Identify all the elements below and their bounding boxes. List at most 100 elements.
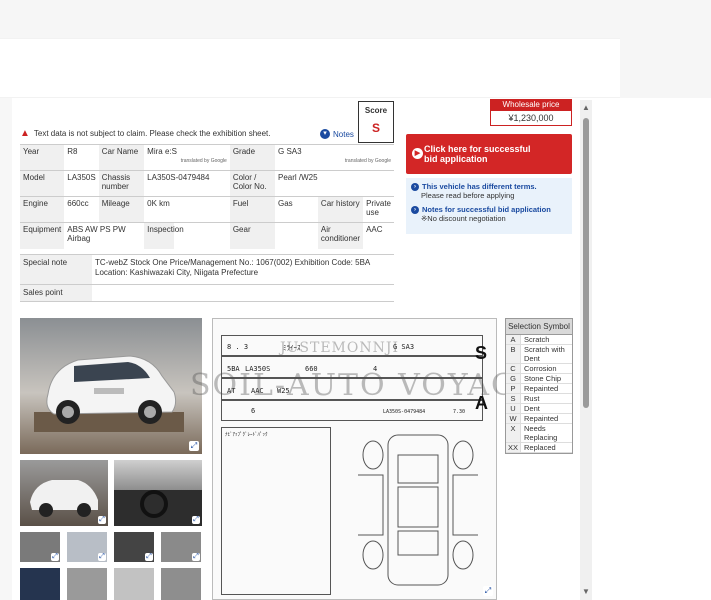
- bid-notes-link[interactable]: › Notes for successful bid application: [411, 205, 567, 214]
- expand-icon[interactable]: ⤢: [145, 553, 153, 561]
- grade-key: Grade: [229, 144, 275, 171]
- header-bar: [0, 38, 620, 98]
- notes-link[interactable]: ▾ Notes: [320, 129, 354, 139]
- expand-icon[interactable]: ⤢: [189, 441, 199, 451]
- year-key: Year: [20, 144, 65, 171]
- special-note-key: Special note: [20, 255, 92, 284]
- photo-thumbnail[interactable]: ⤢: [20, 532, 60, 562]
- watermark-top: JUSTEMONNJI: [280, 340, 400, 356]
- history-value: Private use: [363, 196, 394, 223]
- left-gutter: [0, 98, 12, 600]
- legend-row: U Dent: [506, 404, 572, 414]
- photo-thumbnail[interactable]: ⤢: [67, 532, 107, 562]
- photo-thumbnail[interactable]: [114, 568, 154, 600]
- photo-thumbnail[interactable]: ⤢: [161, 532, 201, 562]
- photo-thumbnail[interactable]: ⤢: [114, 460, 202, 526]
- legend-desc: Stone Chip: [524, 374, 562, 383]
- photo-thumbnail[interactable]: [161, 568, 201, 600]
- fuel-value: Gas: [275, 196, 318, 223]
- different-terms-title: This vehicle has different terms.: [422, 182, 537, 191]
- play-icon: ▶: [412, 148, 423, 159]
- expand-icon[interactable]: ⤢: [483, 586, 493, 596]
- warning-text: Text data is not subject to claim. Pleas…: [33, 129, 271, 138]
- inspection-cell: Inspection: [144, 222, 230, 249]
- year-value: R8: [64, 144, 99, 171]
- ac-value: AAC: [363, 222, 394, 249]
- chevron-down-icon: ▾: [320, 129, 330, 139]
- notes-label: Notes: [333, 129, 354, 139]
- chevron-right-icon: ›: [411, 205, 419, 214]
- photo-thumbnail[interactable]: [67, 568, 107, 600]
- sheet-inspection-date: 7.30: [453, 409, 466, 415]
- expand-icon[interactable]: ⤢: [51, 553, 59, 561]
- warning-notice: ▲ Text data is not subject to claim. Ple…: [20, 128, 270, 139]
- right-shade: [620, 38, 711, 98]
- fuel-key: Fuel: [229, 196, 275, 223]
- table-row: Equipment ABS AW PS PW Airbag Inspection…: [20, 222, 394, 249]
- legend-code: S: [506, 394, 521, 403]
- expand-icon[interactable]: ⤢: [192, 553, 200, 561]
- scroll-down-icon[interactable]: ▼: [582, 587, 590, 596]
- auction-sheet[interactable]: 8 . 3 ﾐﾗｲｰｽ G SA3 5BA LA350S 660 4 AT AA…: [212, 318, 497, 600]
- carname-cell: Mira e:S translated by Google: [144, 144, 230, 171]
- expand-icon[interactable]: ⤢: [98, 553, 106, 561]
- table-row: Model LA350S Chassis number LA350S-04794…: [20, 170, 394, 197]
- score-box: Score S: [358, 101, 394, 143]
- table-row: Year R8 Car Name Mira e:S translated by G…: [20, 144, 394, 171]
- chassis-key: Chassis number: [98, 170, 145, 197]
- legend-desc: Replaced: [524, 443, 556, 452]
- legend-row: G Stone Chip: [506, 374, 572, 384]
- bid-button-label: Click here for successful bid applicatio…: [424, 144, 531, 164]
- sales-point-row: Sales point: [20, 284, 394, 302]
- top-shade: [0, 0, 711, 38]
- bid-label-line1: Click here for successful: [424, 144, 531, 154]
- legend-desc: Needs Replacing: [524, 424, 558, 442]
- legend-desc: Dent: [524, 404, 540, 413]
- sheet-memo: ﾅﾋﾞｱｯﾌﾟｸﾞﾚｰﾄﾞﾊﾟｯｸ: [225, 432, 268, 438]
- sheet-memo-box: [221, 427, 331, 595]
- scrollbar-thumb[interactable]: [583, 118, 589, 408]
- legend-row: P Repainted: [506, 384, 572, 394]
- bid-notes-title: Notes for successful bid application: [422, 205, 551, 214]
- legend-desc: Rust: [524, 394, 540, 403]
- google-translated-label: translated by Google: [180, 158, 227, 164]
- sheet-year: 8 . 3: [227, 343, 249, 351]
- gear-value: [275, 222, 318, 249]
- legend-code: A: [506, 335, 521, 344]
- wholesale-label: Wholesale price: [490, 99, 572, 110]
- sheet-seats: 6: [251, 407, 256, 415]
- special-note-line1: TC-webZ Stock One Price/Management No.: …: [95, 258, 371, 267]
- legend-desc: Scratch with Dent: [524, 345, 565, 363]
- engine-key: Engine: [20, 196, 65, 223]
- photo-thumbnail[interactable]: ⤢: [20, 460, 108, 526]
- spec-table: Year R8 Car Name Mira e:S translated by G…: [20, 144, 394, 249]
- scroll-up-icon[interactable]: ▲: [582, 103, 590, 112]
- bid-label-line2: bid application: [424, 154, 488, 164]
- symbol-legend: Selection Symbol A Scratch B Scratch with …: [505, 318, 573, 454]
- bid-application-button[interactable]: ▶ Click here for successful bid applicat…: [406, 134, 572, 174]
- warning-icon: ▲: [20, 128, 30, 139]
- legend-code: XX: [506, 443, 521, 452]
- ac-key: Air conditioner: [317, 222, 364, 249]
- sales-point-key: Sales point: [20, 285, 92, 301]
- legend-row: B Scratch with Dent: [506, 345, 572, 364]
- mileage-value: 0K km: [144, 196, 230, 223]
- different-terms-link[interactable]: › This vehicle has different terms.: [411, 182, 567, 191]
- special-note-row: Special note TC-webZ Stock One Price/Man…: [20, 254, 394, 284]
- grade-cell: G SA3 translated by Google: [275, 144, 394, 171]
- legend-row: W Repainted: [506, 414, 572, 424]
- expand-icon[interactable]: ⤢: [192, 516, 200, 524]
- legend-row: A Scratch: [506, 335, 572, 345]
- legend-code: C: [506, 364, 521, 373]
- special-note-section: Special note TC-webZ Stock One Price/Man…: [20, 254, 394, 302]
- expand-icon[interactable]: ⤢: [98, 516, 106, 524]
- chevron-right-icon: ›: [411, 182, 419, 191]
- equipment-value: ABS AW PS PW Airbag: [64, 222, 145, 249]
- photo-thumbnail[interactable]: ⤢: [114, 532, 154, 562]
- legend-header: Selection Symbol: [506, 319, 572, 335]
- vertical-scrollbar[interactable]: ▲ ▼: [580, 100, 592, 600]
- main-car-photo[interactable]: ⤢: [20, 318, 202, 454]
- sheet-score: S: [475, 343, 488, 363]
- photo-thumbnail[interactable]: [20, 568, 60, 600]
- history-key: Car history: [317, 196, 364, 223]
